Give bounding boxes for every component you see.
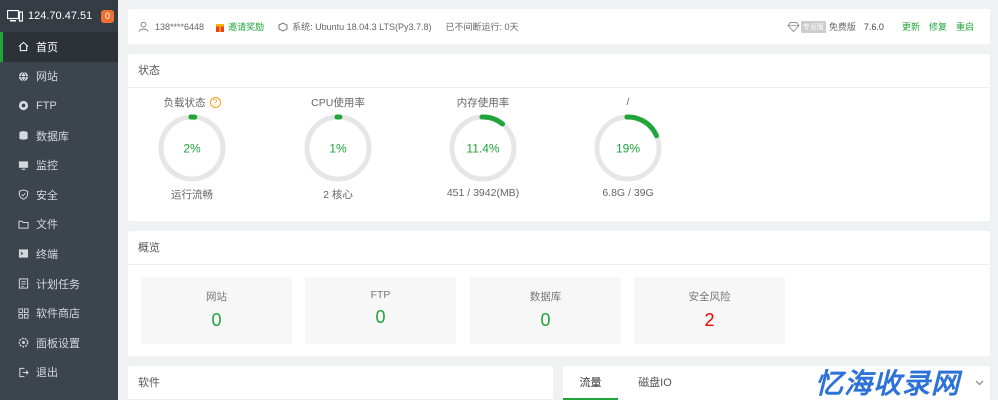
gauge-ring: 2% [158,114,226,182]
home-icon [18,41,29,52]
pro-edition-tag[interactable]: 专业版 [800,20,826,33]
sidebar-item-2[interactable]: FTP [0,91,118,121]
gauge-value: 1% [329,142,347,156]
overview-card-2[interactable]: 数据库 0 [470,277,621,344]
gauge-value: 19% [616,142,640,156]
ftp-icon [18,100,29,111]
user-icon [138,21,149,32]
status-panel: 状态 负载状态? 2% 运行流畅 CPU使用率 1% 2 核心 内存使用率 11.4% 451 … [128,54,990,221]
tab-disk-io[interactable]: 磁盘IO [625,366,685,400]
system-icon [278,21,288,32]
gauge-label: CPU使用率 [311,96,365,109]
tab-traffic[interactable]: 流量 [563,366,618,400]
gauge-1[interactable]: CPU使用率 1% 2 核心 [283,94,393,202]
monitor-icon [7,10,23,22]
software-title: 软件 [128,366,553,400]
restart-link[interactable]: 重启 [956,20,974,33]
sidebar-item-label: 网站 [36,71,58,84]
overview-card-1[interactable]: FTP 0 [305,277,456,344]
server-header[interactable]: 124.70.47.51 0 [0,0,118,32]
version-number: 7.6.0 [863,21,884,32]
sidebar-item-label: 安全 [36,189,58,202]
card-label: 数据库 [529,291,562,303]
overview-card-3[interactable]: 安全风险 2 [634,277,785,344]
gauge-2[interactable]: 内存使用率 11.4% 451 / 3942(MB) [428,94,538,200]
software-panel: 软件 [128,366,553,400]
sidebar-item-label: 终端 [36,248,58,261]
gauge-value: 2% [183,142,201,156]
gauge-label: 内存使用率 [456,96,510,109]
gauge-ring: 11.4% [449,114,517,182]
sidebar-item-6[interactable]: 文件 [0,210,118,240]
watermark-text: 忆海收录网 [815,367,961,400]
gauge-sub: 2 核心 [323,189,353,201]
shield-icon [18,189,29,200]
top-bar: 138****6448 邀请奖励 系统: Ubuntu 18.04.3 LTS(… [128,9,990,44]
user-account[interactable]: 138****6448 [155,22,204,32]
card-value: 0 [211,310,222,330]
gauge-sub: 运行流畅 [171,189,213,201]
overview-card-0[interactable]: 网站 0 [141,277,292,344]
sidebar-item-label: 监控 [36,160,58,173]
gauge-label: 负载状态? [137,94,247,110]
sidebar-item-label: 退出 [36,367,58,380]
monitor-icon [18,160,29,171]
settings-icon [18,337,29,348]
sidebar-item-0[interactable]: 首页 [0,32,118,62]
database-icon [18,130,29,141]
gauge-label: / [626,96,630,108]
sidebar-item-label: 软件商店 [36,308,80,321]
gauge-0[interactable]: 负载状态? 2% 运行流畅 [137,94,247,202]
sidebar-item-10[interactable]: 面板设置 [0,328,118,358]
sidebar-item-4[interactable]: 监控 [0,150,118,180]
gauge-ring: 1% [304,114,372,182]
edition-label: 免费版 [828,22,856,32]
sidebar-item-label: FTP [36,99,57,112]
sidebar-item-label: 文件 [36,219,58,232]
gauge-sub: 451 / 3942(MB) [446,187,520,199]
update-link[interactable]: 更新 [902,20,920,33]
diamond-icon [787,21,800,32]
overview-title: 概览 [128,231,990,265]
sidebar-item-5[interactable]: 安全 [0,180,118,210]
help-icon[interactable]: ? [209,96,221,108]
message-badge[interactable]: 0 [101,10,114,23]
sidebar-item-11[interactable]: 退出 [0,358,118,388]
gauge-3[interactable]: / 19% 6.8G / 39G [573,94,683,199]
folder-icon [18,219,29,230]
sidebar: 124.70.47.51 0 首页网站 FTP 数据库监控安全文件终端计划任务软件商… [0,0,118,400]
sidebar-item-label: 数据库 [36,130,69,143]
gift-icon [216,23,225,32]
task-icon [18,278,29,289]
gauge-value: 11.4% [466,142,499,156]
sidebar-item-3[interactable]: 数据库 [0,121,118,151]
server-ip: 124.70.47.51 [28,10,93,22]
card-value: 0 [540,310,551,330]
card-value: 2 [704,310,715,330]
gauge-sub: 6.8G / 39G [602,187,654,199]
card-label: 网站 [206,291,227,303]
repair-link[interactable]: 修复 [929,20,947,33]
system-info: 系统: Ubuntu 18.04.3 LTS(Py3.7.8) [292,22,432,32]
invite-reward-link[interactable]: 邀请奖励 [228,20,264,33]
sidebar-item-7[interactable]: 终端 [0,239,118,269]
card-label: FTP [370,289,391,301]
terminal-icon [18,248,29,259]
status-title: 状态 [128,54,990,88]
sidebar-item-1[interactable]: 网站 [0,62,118,92]
sidebar-item-9[interactable]: 软件商店 [0,298,118,328]
uptime: 已不间断运行: 0天 [445,22,519,32]
sidebar-item-label: 面板设置 [36,337,80,350]
sidebar-item-label: 首页 [36,41,58,54]
card-value: 0 [375,307,386,327]
sidebar-item-label: 计划任务 [36,278,80,291]
sidebar-item-8[interactable]: 计划任务 [0,269,118,299]
store-icon [18,308,29,319]
card-label: 安全风险 [688,291,731,303]
gauge-ring: 19% [594,114,662,182]
chevron-down-icon[interactable] [975,378,984,387]
overview-panel: 概览 网站 0 FTP 0 数据库 0 安全风险 2 [128,231,990,356]
logout-icon [18,367,29,378]
globe-icon [18,71,29,82]
